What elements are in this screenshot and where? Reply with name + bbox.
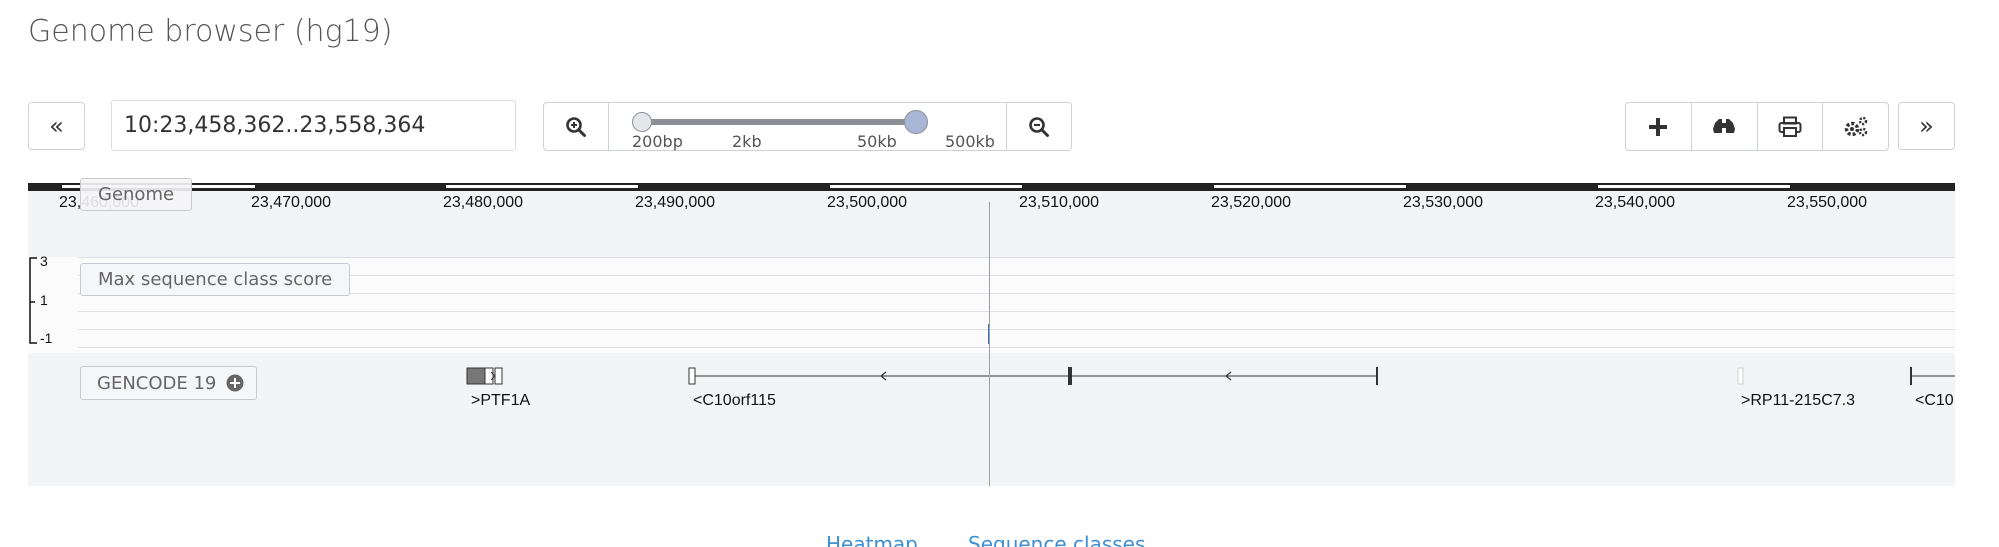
zoom-tick-label: 50kb xyxy=(857,132,897,151)
score-gridline xyxy=(78,257,1955,258)
ruler-coordinate: 23,520,000 xyxy=(1211,194,1292,211)
ruler-segment xyxy=(1598,185,1790,188)
genome-track-label[interactable]: Genome xyxy=(80,178,193,211)
print-icon xyxy=(1778,116,1802,137)
ruler-coordinate: 23,470,000 xyxy=(251,194,332,211)
scroll-right-button[interactable]: » xyxy=(1898,102,1955,150)
gene-name-label: >RP11-215C7.3 xyxy=(1741,392,1855,409)
score-gridline xyxy=(78,275,1955,276)
ruler-coordinate: 23,550,000 xyxy=(1787,194,1868,211)
binoculars-icon xyxy=(1713,118,1736,133)
page-title: Genome browser (hg19) xyxy=(28,14,393,49)
print-button[interactable] xyxy=(1758,103,1824,150)
score-gridline xyxy=(78,329,1955,330)
settings-icon xyxy=(1844,116,1867,136)
score-axis-label: 1 xyxy=(40,292,48,308)
zoom-in-button[interactable] xyxy=(544,103,609,150)
ruler-bar xyxy=(28,183,1955,191)
score-axis-label: -1 xyxy=(40,330,53,346)
zoom-tick-label: 2kb xyxy=(732,132,762,151)
gene-features xyxy=(466,367,1955,385)
genome-browser-panel[interactable]: 23,460,000 23,470,000 23,480,000 23,490,… xyxy=(28,178,1955,486)
zoom-tick-label: 500kb xyxy=(945,132,995,151)
add-track-button[interactable] xyxy=(1626,103,1692,150)
score-gridline xyxy=(78,311,1955,312)
zoom-in-icon xyxy=(566,116,586,137)
score-axis-label: 3 xyxy=(40,253,48,269)
ruler-segment xyxy=(1214,185,1406,188)
search-features-button[interactable] xyxy=(1692,103,1758,150)
ruler-segment xyxy=(830,185,1022,188)
scroll-left-button[interactable]: « xyxy=(28,102,85,150)
score-gridline xyxy=(78,293,1955,294)
ruler-coordinate: 23,530,000 xyxy=(1403,194,1484,211)
gene-c10-partial[interactable] xyxy=(1910,367,1955,385)
settings-button[interactable] xyxy=(1823,103,1888,150)
zoom-out-button[interactable] xyxy=(1006,103,1071,150)
center-cursor-line xyxy=(989,202,990,486)
zoom-control: 200bp 2kb 50kb 500kb xyxy=(543,102,1072,151)
score-track-label[interactable]: Max sequence class score xyxy=(80,263,351,296)
tool-buttons xyxy=(1625,102,1889,151)
gene-name-label: <C10orf115 xyxy=(693,392,776,409)
ruler-coordinate: 23,500,000 xyxy=(827,194,908,211)
ruler-segment xyxy=(446,185,638,188)
zoom-slider-track[interactable] xyxy=(644,119,920,125)
gene-rp11-215c7-3[interactable] xyxy=(1737,367,1744,385)
zoom-tick-label: 200bp xyxy=(632,132,683,151)
gene-name-label: <C10 xyxy=(1915,392,1954,409)
ruler-coordinate: 23,540,000 xyxy=(1595,194,1676,211)
tab-sequence-classes[interactable]: Sequence classes xyxy=(968,532,1145,547)
gene-c10orf115[interactable] xyxy=(688,367,1378,385)
ruler-coordinate: 23,510,000 xyxy=(1019,194,1100,211)
locus-input[interactable]: 10:23,458,362..23,558,364 xyxy=(111,100,516,151)
tab-heatmap[interactable]: Heatmap xyxy=(826,532,918,547)
add-track-icon xyxy=(1649,117,1668,136)
gene-name-label: >PTF1A xyxy=(471,392,531,409)
ruler-coordinate: 23,490,000 xyxy=(635,194,716,211)
score-gridline xyxy=(78,347,1955,348)
zoom-slider-min-handle[interactable] xyxy=(632,112,652,132)
ruler-coordinate: 23,480,000 xyxy=(443,194,524,211)
zoom-slider-handle[interactable] xyxy=(904,110,928,134)
zoom-out-icon xyxy=(1029,116,1049,137)
gene-ptf1a[interactable] xyxy=(466,367,503,385)
